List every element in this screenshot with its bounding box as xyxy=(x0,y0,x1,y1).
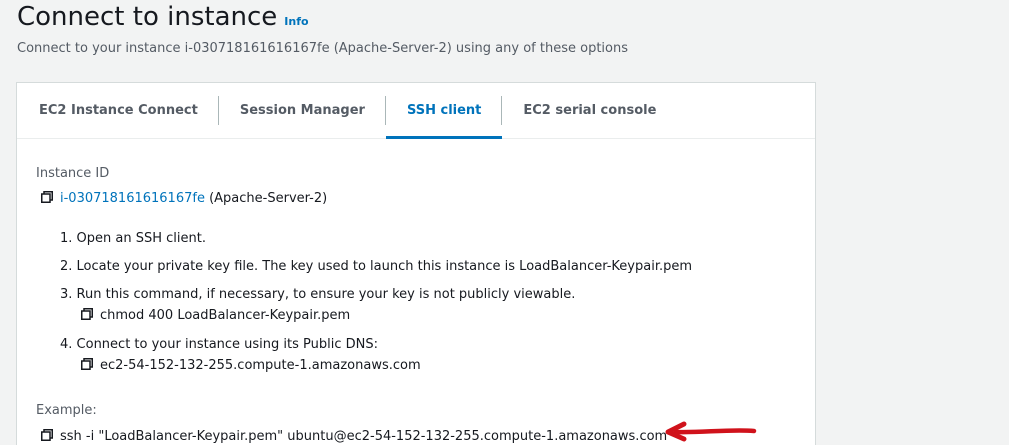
info-link[interactable]: Info xyxy=(284,15,308,28)
annotation-arrow-icon xyxy=(660,413,760,445)
tab-ec2-instance-connect[interactable]: EC2 Instance Connect xyxy=(17,83,219,138)
step-2: 2. Locate your private key file. The key… xyxy=(60,259,693,274)
step-4: 4. Connect to your instance using its Pu… xyxy=(60,337,379,352)
copy-icon[interactable] xyxy=(81,358,93,370)
instance-name: (Apache-Server-2) xyxy=(209,191,328,206)
chmod-command-row: chmod 400 LoadBalancer-Keypair.pem xyxy=(81,308,350,323)
copy-icon[interactable] xyxy=(41,191,53,203)
chmod-command: chmod 400 LoadBalancer-Keypair.pem xyxy=(100,308,351,323)
public-dns-value: ec2-54-152-132-255.compute-1.amazonaws.c… xyxy=(100,358,421,373)
step-3: 3. Run this command, if necessary, to en… xyxy=(60,287,576,302)
instance-id-link[interactable]: i-030718161616167fe xyxy=(60,191,205,206)
tab-bar: EC2 Instance Connect Session Manager SSH… xyxy=(17,83,815,139)
tab-ssh-client[interactable]: SSH client xyxy=(385,83,503,139)
instance-id-label: Instance ID xyxy=(36,166,110,181)
copy-icon[interactable] xyxy=(81,308,93,320)
copy-icon[interactable] xyxy=(41,429,53,441)
page-header: Connect to instance Info xyxy=(17,0,309,34)
tab-ec2-serial-console[interactable]: EC2 serial console xyxy=(502,83,677,138)
example-label: Example: xyxy=(36,403,97,418)
public-dns-row: ec2-54-152-132-255.compute-1.amazonaws.c… xyxy=(81,358,421,373)
example-command: ssh -i "LoadBalancer-Keypair.pem" ubuntu… xyxy=(60,429,668,444)
connect-instance-page: Connect to instance Info Connect to your… xyxy=(0,0,1009,445)
example-command-row: ssh -i "LoadBalancer-Keypair.pem" ubuntu… xyxy=(41,429,667,444)
tab-label: Session Manager xyxy=(239,103,365,118)
tab-label: EC2 serial console xyxy=(523,103,657,118)
tab-label: SSH client xyxy=(406,103,482,118)
page-subtitle: Connect to your instance i-0307181616161… xyxy=(17,41,628,56)
tab-session-manager[interactable]: Session Manager xyxy=(219,83,386,138)
step-1: 1. Open an SSH client. xyxy=(60,231,206,246)
page-title: Connect to instance xyxy=(17,2,278,32)
connect-options-panel: EC2 Instance Connect Session Manager SSH… xyxy=(16,82,816,445)
instance-id-row: i-030718161616167fe (Apache-Server-2) xyxy=(41,191,327,206)
tab-label: EC2 Instance Connect xyxy=(39,103,198,118)
